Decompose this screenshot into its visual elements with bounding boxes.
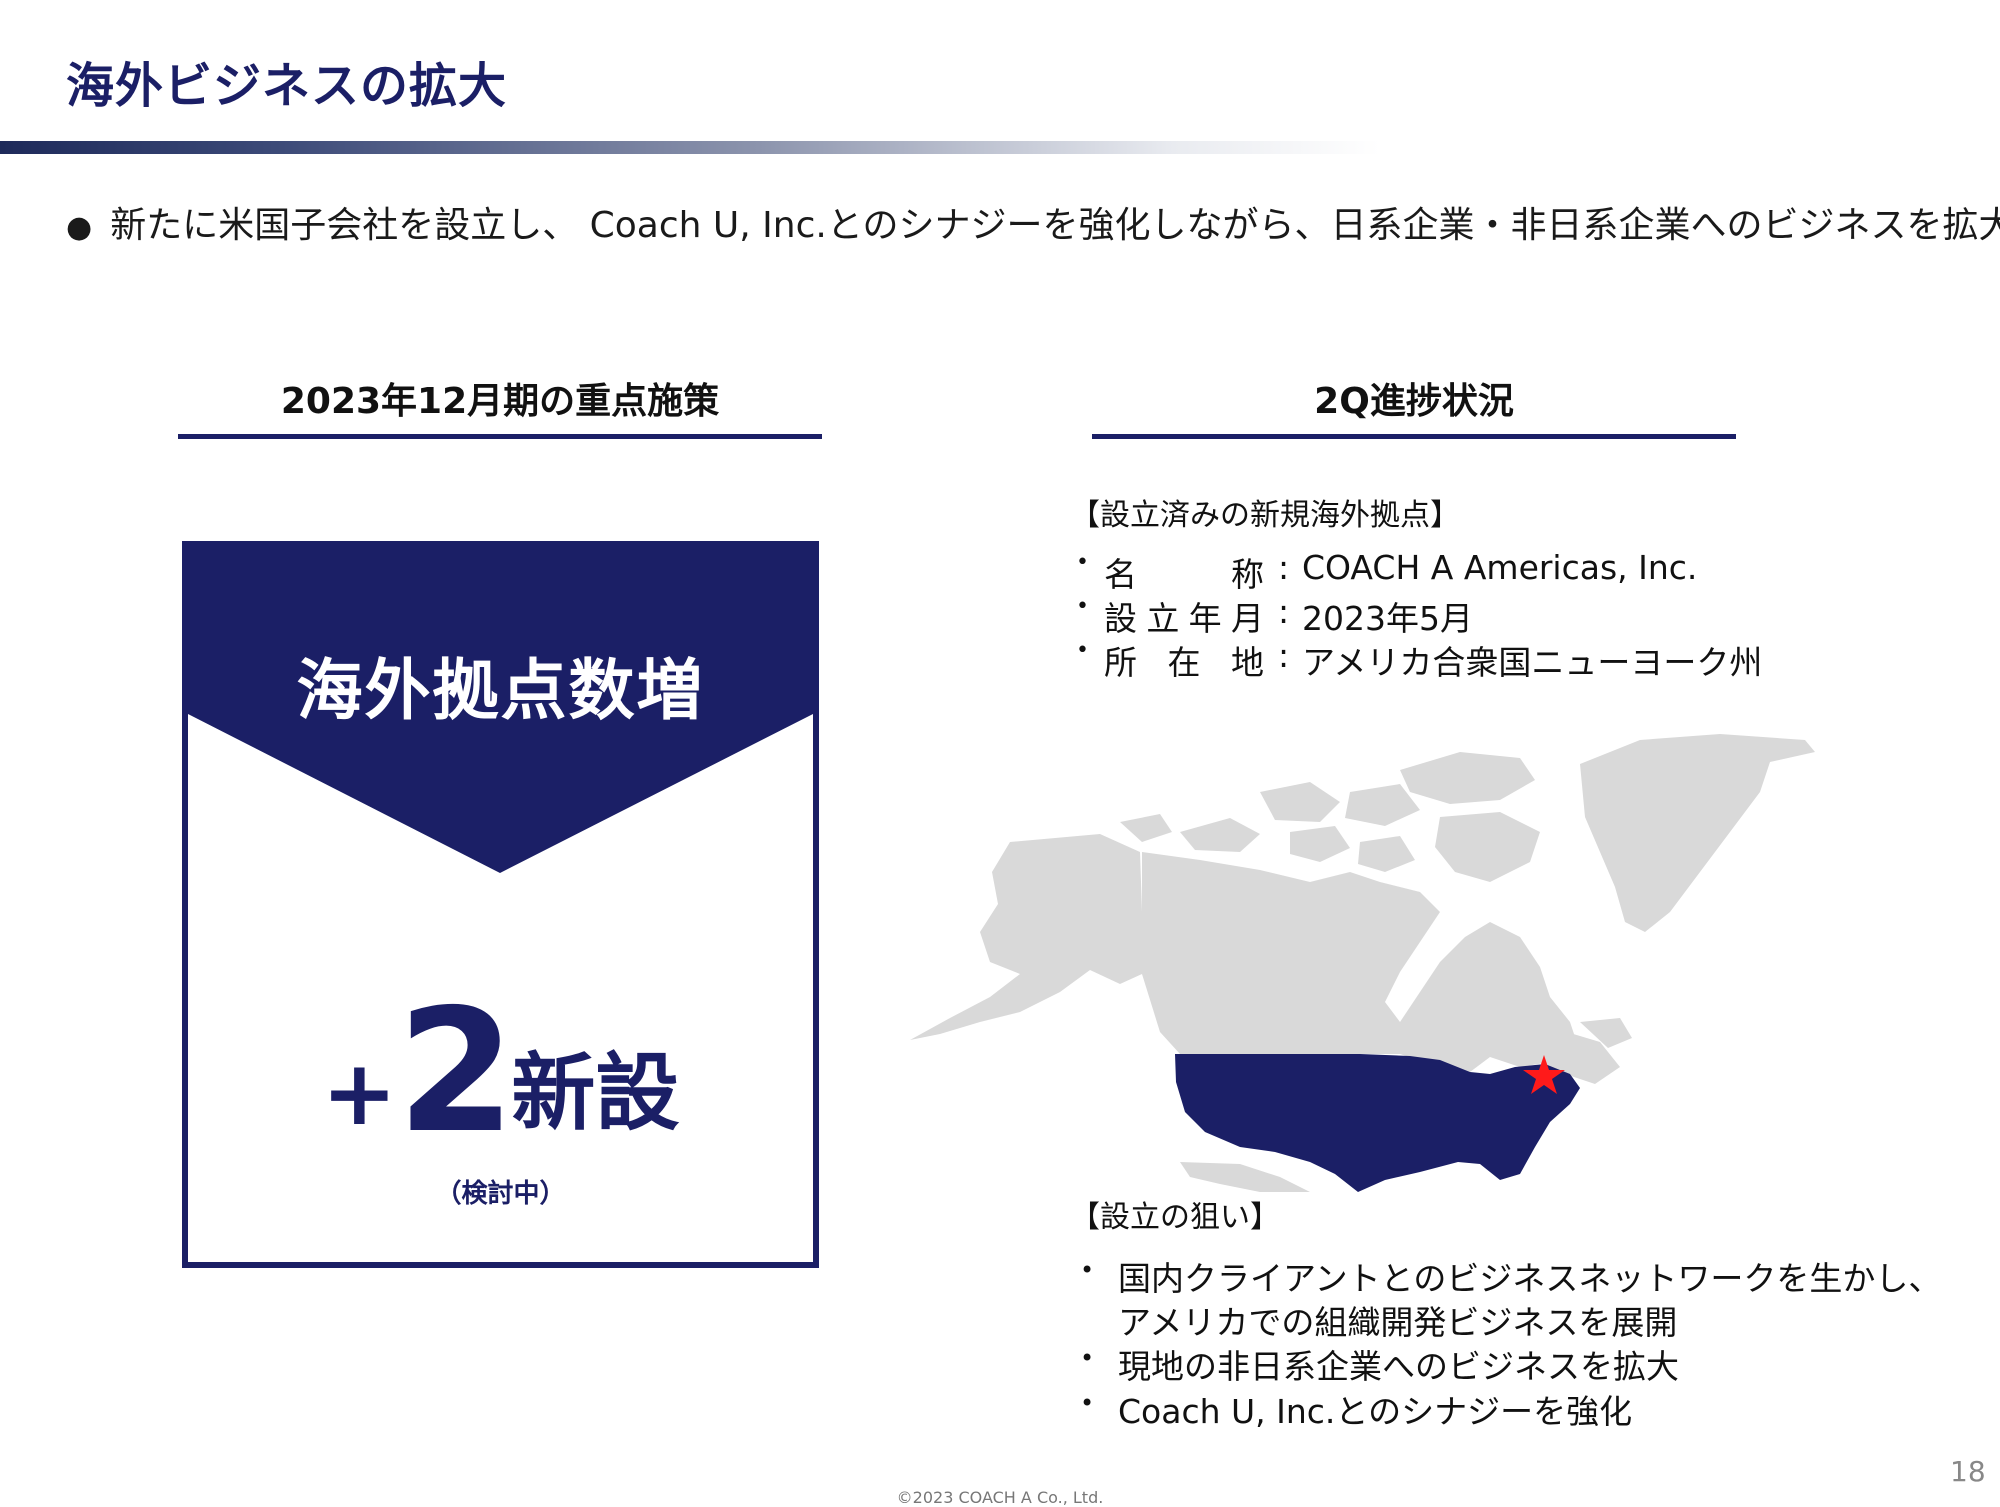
aim-bullet: • — [1080, 1344, 1095, 1372]
info-label: 名称 — [1104, 555, 1264, 594]
info-colon: : — [1278, 592, 1290, 631]
info-row-founded: • 設立年月 : 2023年5月 — [1076, 592, 1776, 638]
established-heading: 【設立済みの新規海外拠点】 — [1070, 498, 1460, 533]
info-value: 2023年5月 — [1302, 599, 1473, 638]
aim-bullet: • — [1080, 1389, 1095, 1417]
info-row-name: • 名称 : COACH A Americas, Inc. — [1076, 548, 1776, 594]
aim-item: • Coach U, Inc.とのシナジーを強化 — [1080, 1385, 1840, 1431]
page-title: 海外ビジネスの拡大 — [66, 58, 508, 114]
info-row-location: • 所在地 : アメリカ合衆国ニューヨーク州 — [1076, 636, 1776, 682]
lead-text: 新たに米国子会社を設立し、 Coach U, Inc.とのシナジーを強化しながら… — [110, 205, 2000, 246]
card-value: +2新設 — [188, 987, 813, 1157]
info-bullet: • — [1076, 594, 1089, 619]
card-value-unit: 新設 — [511, 1044, 680, 1142]
info-label: 所在地 — [1104, 643, 1264, 682]
left-column-rule — [178, 434, 822, 439]
aim-text-line2: アメリカでの組織開発ビジネスを展開 — [1118, 1303, 1678, 1342]
info-colon: : — [1278, 636, 1290, 675]
left-column-heading: 2023年12月期の重点施策 — [280, 381, 720, 422]
card-value-number: 2 — [397, 973, 515, 1171]
aim-bullet: • — [1080, 1256, 1095, 1284]
title-underline — [0, 141, 1380, 154]
info-bullet: • — [1076, 638, 1089, 663]
aim-item: • 国内クライアントとのビジネスネットワークを生かし、 アメリカでの組織開発ビジ… — [1080, 1252, 1941, 1342]
key-initiative-card: 海外拠点数増 +2新設 （検討中） — [182, 541, 819, 1268]
info-value: アメリカ合衆国ニューヨーク州 — [1302, 643, 1763, 682]
info-colon: : — [1278, 548, 1290, 587]
copyright: ©2023 COACH A Co., Ltd. — [896, 1488, 1104, 1507]
right-column-heading: 2Q進捗状況 — [1314, 381, 1514, 422]
aim-text-line1: Coach U, Inc.とのシナジーを強化 — [1118, 1392, 1633, 1431]
lead-bullet: ● — [66, 210, 93, 245]
aim-text-line1: 現地の非日系企業へのビジネスを拡大 — [1118, 1347, 1679, 1386]
info-bullet: • — [1076, 550, 1089, 575]
card-note: （検討中） — [435, 1179, 566, 1209]
page-number: 18 — [1950, 1455, 1986, 1488]
aim-item: • 現地の非日系企業へのビジネスを拡大 — [1080, 1340, 1840, 1386]
aim-text-line1: 国内クライアントとのビジネスネットワークを生かし、 — [1118, 1259, 1942, 1298]
lead-statement: ● 新たに米国子会社を設立し、 Coach U, Inc.とのシナジーを強化しなが… — [66, 196, 2000, 248]
info-label: 設立年月 — [1104, 599, 1264, 638]
info-value: COACH A Americas, Inc. — [1302, 548, 1698, 587]
aims-heading: 【設立の狙い】 — [1070, 1200, 1280, 1235]
card-title: 海外拠点数増 — [296, 652, 705, 729]
north-america-map — [910, 734, 1815, 1192]
right-column-rule — [1092, 434, 1736, 439]
card-value-plus: + — [321, 1041, 398, 1146]
